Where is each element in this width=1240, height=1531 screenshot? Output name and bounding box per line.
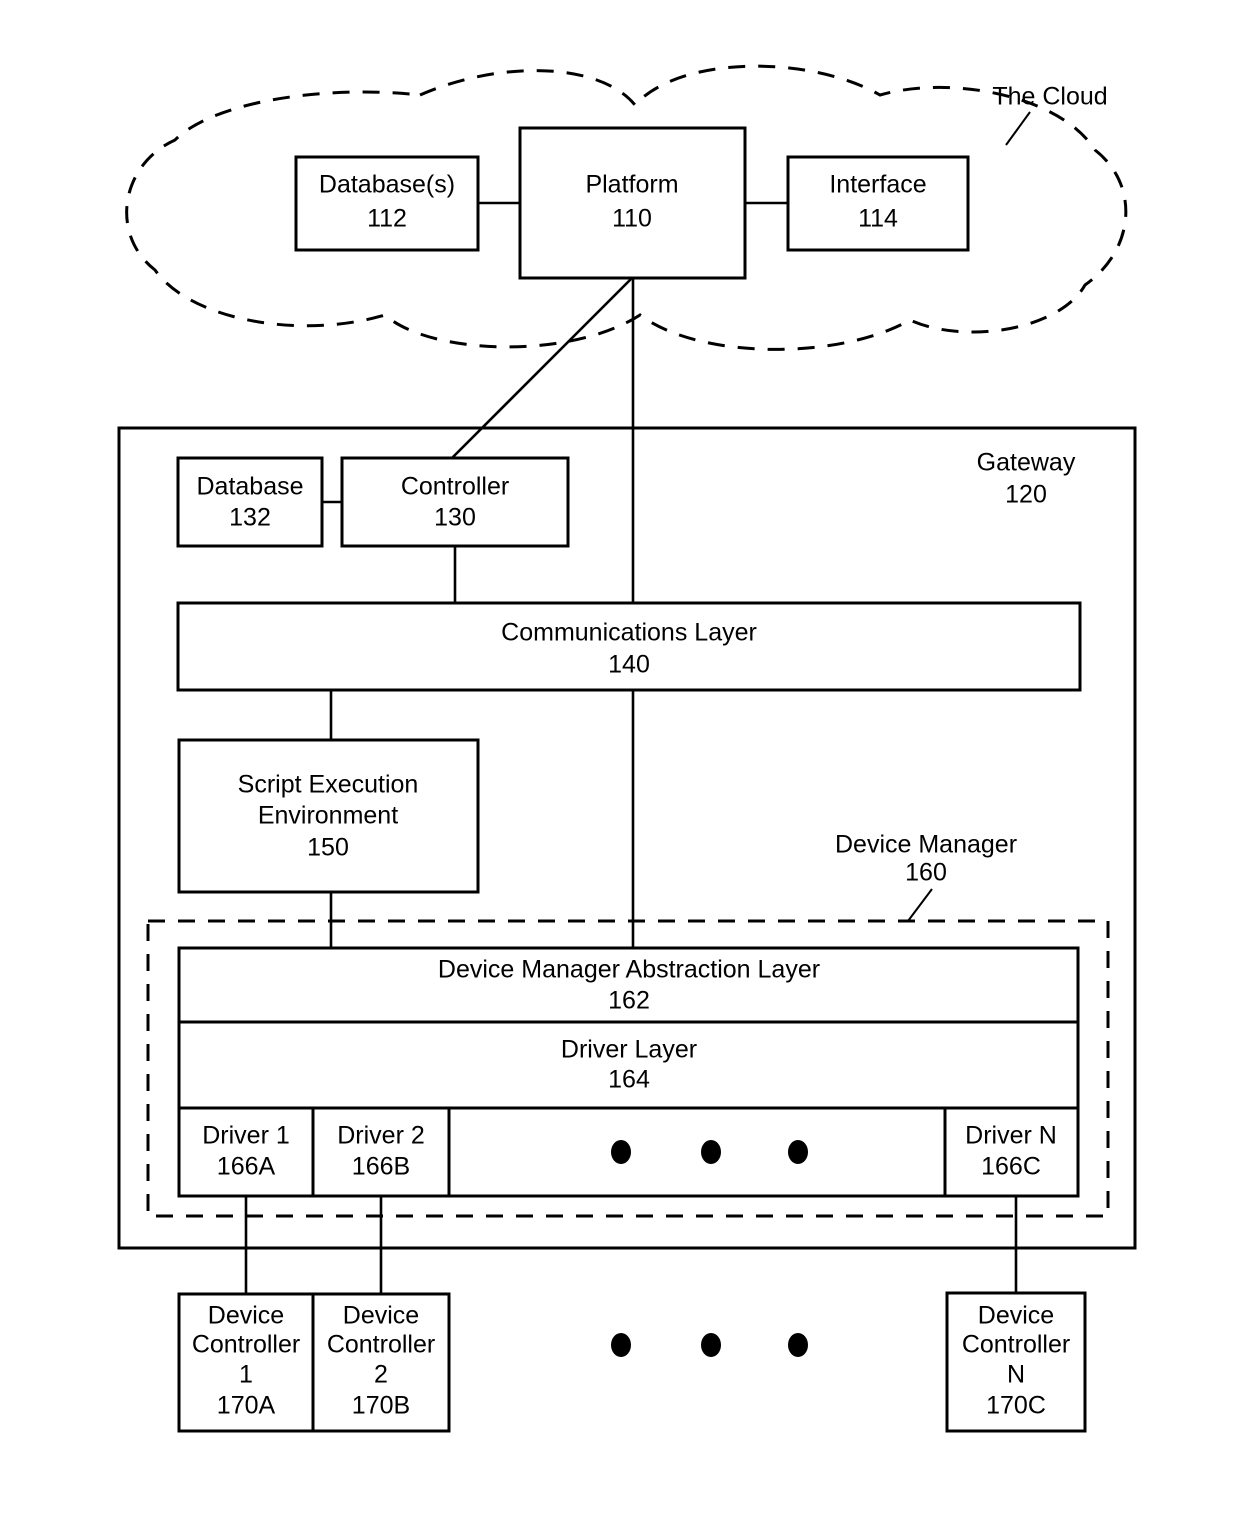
node-databases-112: Database(s) 112 [294, 155, 480, 252]
device-manager-label: Device Manager [835, 831, 1017, 859]
node-driver-2-166B: Driver 2 166B [311, 1106, 451, 1198]
ellipsis-dot [701, 1333, 721, 1357]
node-platform-110: Platform 110 [518, 126, 747, 280]
controller-ref: 130 [434, 504, 476, 532]
interface-ref: 114 [858, 205, 898, 233]
databases-title: Database(s) [319, 171, 455, 199]
abstraction-layer-title: Device Manager Abstraction Layer [438, 956, 820, 984]
figure-canvas: The Cloud Database(s) 112 Platform 110 I… [0, 0, 1240, 1531]
node-driver-1-166A: Driver 1 166A [177, 1106, 315, 1198]
device-controller-n-line3: N [1007, 1361, 1025, 1389]
database-ref: 132 [229, 504, 271, 532]
ellipsis-dot [611, 1333, 631, 1357]
communications-layer-ref: 140 [608, 651, 650, 679]
controller-box [340, 456, 570, 548]
interface-title: Interface [829, 171, 926, 199]
platform-ref: 110 [612, 205, 652, 233]
driver-1-title: Driver 1 [202, 1122, 290, 1150]
driver-2-ref: 166B [352, 1153, 410, 1181]
databases-ref: 112 [367, 205, 407, 233]
device-controller-1-line3: 1 [239, 1361, 253, 1389]
device-controller-n-line1: Device [978, 1302, 1054, 1330]
driver-1-ref: 166A [217, 1153, 276, 1181]
ellipsis-dot [788, 1333, 808, 1357]
node-abstraction-layer-162: Device Manager Abstraction Layer 162 [177, 946, 1080, 1024]
device-controller-2-line1: Device [343, 1302, 419, 1330]
device-controller-n-ref: 170C [986, 1392, 1046, 1420]
ellipsis-dot [701, 1140, 721, 1164]
ellipsis-dot [788, 1140, 808, 1164]
script-execution-title-line1: Script Execution [238, 771, 419, 799]
driver-layer-title: Driver Layer [561, 1036, 697, 1064]
driver-layer-ref: 164 [608, 1066, 650, 1094]
node-communications-layer-140: Communications Layer 140 [176, 601, 1082, 692]
system-architecture-diagram: The Cloud Database(s) 112 Platform 110 I… [117, 64, 1137, 1433]
gateway-ref: 120 [1005, 481, 1047, 509]
script-execution-title-line2: Environment [258, 802, 398, 830]
device-controller-1-line1: Device [208, 1302, 284, 1330]
platform-title: Platform [585, 171, 678, 199]
device-controller-2-line2: Controller [327, 1331, 435, 1359]
ellipsis-dot [611, 1140, 631, 1164]
node-controller-130: Controller 130 [340, 456, 570, 548]
platform-box [518, 126, 747, 280]
device-controller-n-line2: Controller [962, 1331, 1070, 1359]
device-controller-1-ref: 170A [217, 1392, 276, 1420]
node-script-execution-environment-150: Script Execution Environment 150 [177, 738, 480, 894]
device-controller-row-ellipsis [611, 1333, 808, 1357]
node-database-132: Database 132 [176, 456, 324, 548]
device-controller-2-ref: 170B [352, 1392, 410, 1420]
script-execution-ref: 150 [307, 834, 349, 862]
communications-layer-title: Communications Layer [501, 619, 757, 647]
driver-n-ref: 166C [981, 1153, 1041, 1181]
device-controller-2-line3: 2 [374, 1361, 388, 1389]
node-device-controller-n-170C: Device Controller N 170C [945, 1291, 1087, 1433]
abstraction-layer-ref: 162 [608, 987, 650, 1015]
node-driver-layer-164: Driver Layer 164 [177, 1020, 1080, 1110]
device-manager-ref: 160 [905, 859, 947, 887]
gateway-label: Gateway [977, 449, 1076, 477]
driver-2-title: Driver 2 [337, 1122, 425, 1150]
node-interface-114: Interface 114 [786, 155, 970, 252]
driver-n-title: Driver N [965, 1122, 1057, 1150]
device-controller-1-line2: Controller [192, 1331, 300, 1359]
controller-title: Controller [401, 473, 509, 501]
database-box [176, 456, 324, 548]
cloud-label: The Cloud [992, 83, 1107, 111]
database-title: Database [196, 473, 303, 501]
node-device-controller-1-170A: Device Controller 1 170A [177, 1292, 315, 1433]
node-device-controller-2-170B: Device Controller 2 170B [311, 1292, 451, 1433]
node-driver-n-166C: Driver N 166C [943, 1106, 1080, 1198]
